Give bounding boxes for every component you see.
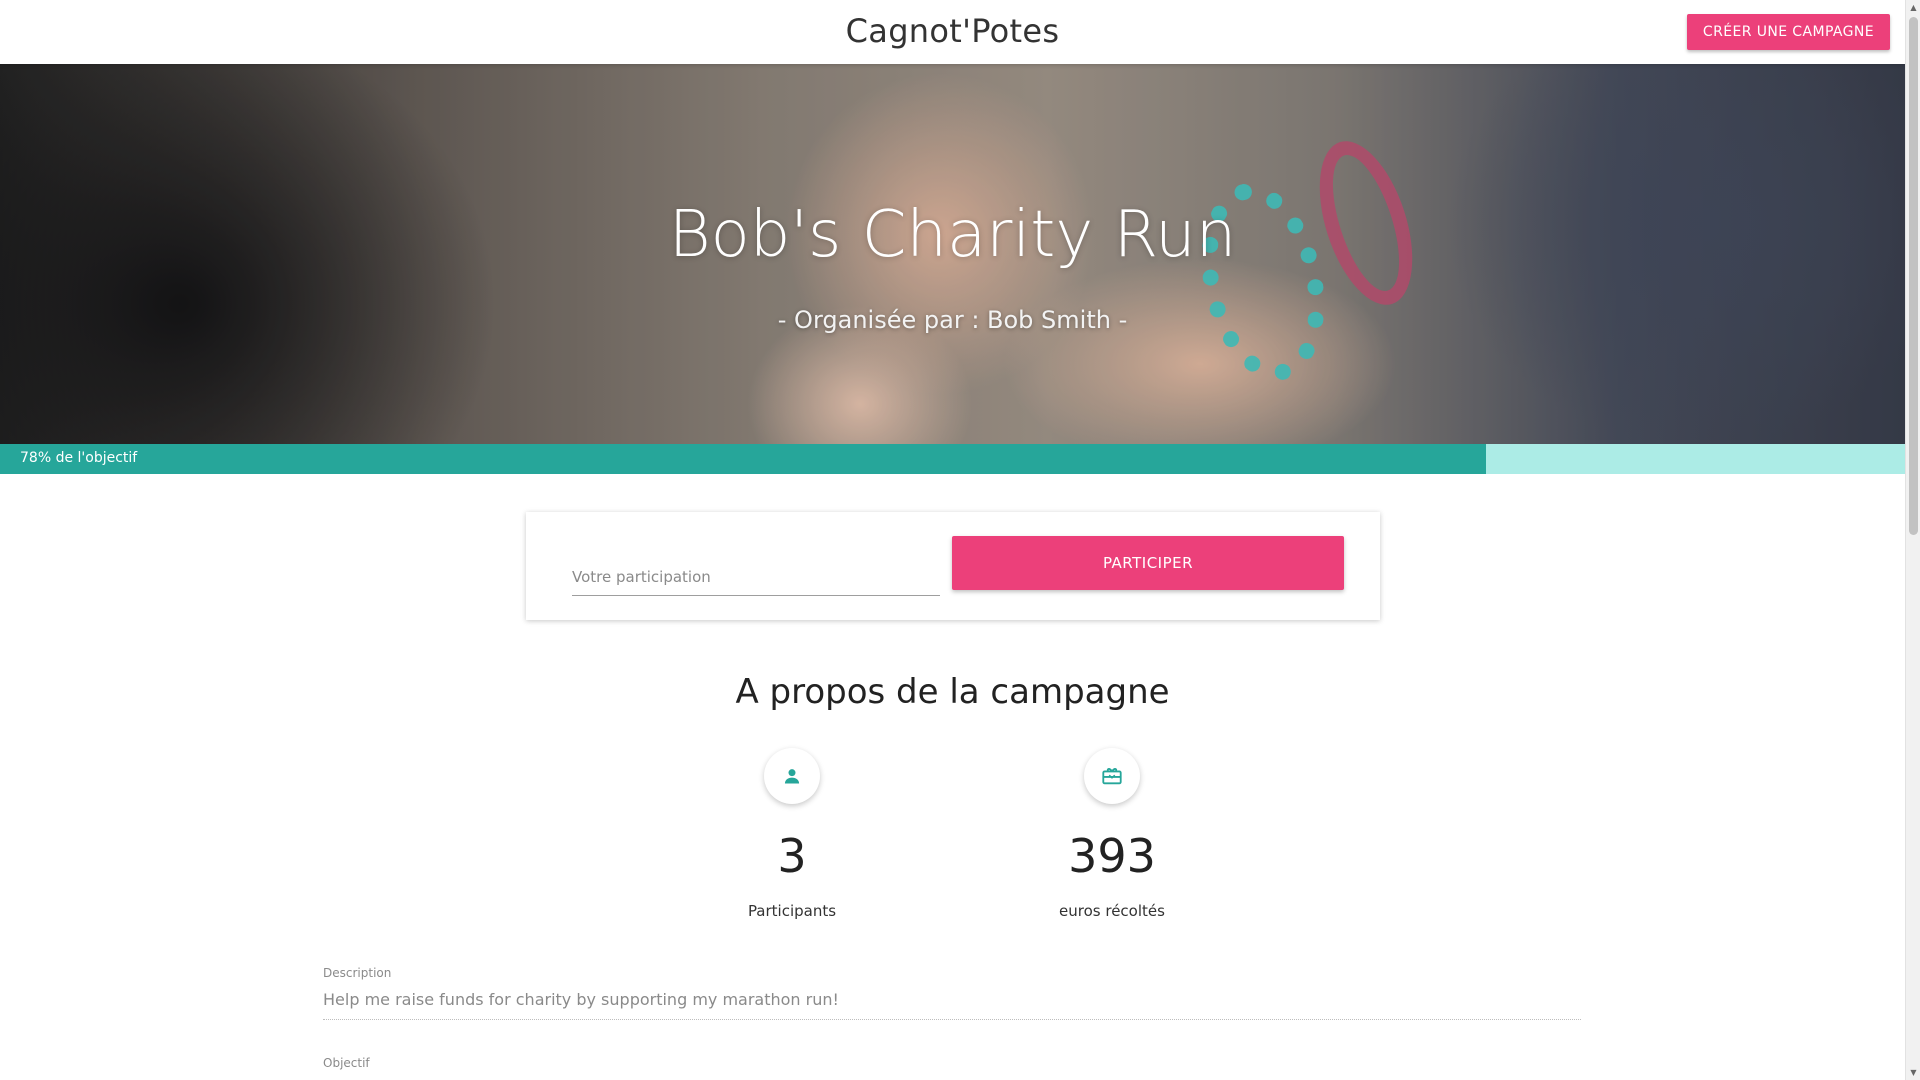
description-label: Description (323, 966, 392, 980)
person-icon (764, 748, 820, 804)
hero-banner: Bob's Charity Run - Organisée par : Bob … (0, 64, 1905, 444)
scroll-up-arrow-icon[interactable]: ▲ (1906, 0, 1920, 15)
raised-amount-label: euros récoltés (1059, 902, 1165, 920)
participants-count: 3 (777, 829, 807, 883)
campaign-organizer: - Organisée par : Bob Smith - (777, 306, 1128, 334)
page-scrollbar[interactable]: ▲ ▼ (1905, 0, 1920, 1080)
participate-button[interactable]: PARTICIPER (952, 536, 1344, 590)
top-navbar: Cagnot'Potes CRÉER UNE CAMPAGNE (0, 0, 1905, 64)
gift-card-icon (1084, 748, 1140, 804)
goal-progress-fill (0, 444, 1486, 474)
objective-field: Objectif (323, 1056, 1581, 1070)
participation-card: PARTICIPER (526, 512, 1380, 620)
participants-stat: 3 Participants (692, 748, 892, 920)
raised-amount-value: 393 (1068, 829, 1156, 883)
objective-label: Objectif (323, 1056, 370, 1070)
brand-logo[interactable]: Cagnot'Potes (0, 12, 1905, 50)
about-section-title: A propos de la campagne (735, 672, 1170, 712)
participation-amount-input[interactable] (572, 558, 940, 596)
raised-amount-stat: 393 euros récoltés (1012, 748, 1212, 920)
scrollbar-thumb[interactable] (1909, 17, 1918, 535)
page: Cagnot'Potes CRÉER UNE CAMPAGNE Bob's Ch… (0, 0, 1905, 1080)
campaign-title: Bob's Charity Run (668, 198, 1237, 272)
goal-progress-label: 78% de l'objectif (20, 450, 138, 466)
description-field: Description Help me raise funds for char… (323, 966, 1581, 1020)
participants-label: Participants (747, 902, 837, 920)
create-campaign-button[interactable]: CRÉER UNE CAMPAGNE (1686, 14, 1890, 50)
scroll-down-arrow-icon[interactable]: ▼ (1906, 1065, 1920, 1080)
description-value: Help me raise funds for charity by suppo… (323, 990, 1581, 1020)
goal-progress-bar: 78% de l'objectif (0, 444, 1905, 474)
